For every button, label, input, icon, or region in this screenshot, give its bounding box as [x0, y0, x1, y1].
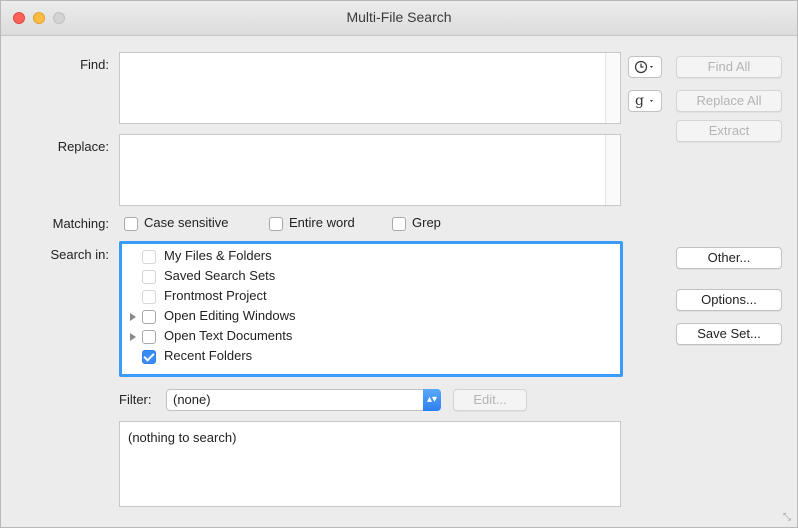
find-scrollbar[interactable]: [605, 53, 620, 123]
multi-file-search-window: Multi-File Search Find: Replace: Matchin…: [0, 0, 798, 528]
checkbox-icon[interactable]: [142, 249, 156, 264]
list-item-my-files-folders[interactable]: My Files & Folders: [130, 247, 272, 265]
list-item-open-editing-windows[interactable]: Open Editing Windows: [130, 307, 296, 325]
grep-checkbox[interactable]: Grep: [392, 215, 441, 231]
list-item-label: Open Text Documents: [164, 328, 293, 343]
list-item-label: Frontmost Project: [164, 288, 267, 303]
entire-word-label: Entire word: [289, 215, 355, 230]
history-menu-button[interactable]: [628, 56, 662, 78]
checkbox-icon: [269, 216, 283, 231]
replace-scrollbar[interactable]: [605, 135, 620, 205]
checkbox-icon[interactable]: [142, 309, 156, 324]
window-title: Multi-File Search: [346, 9, 452, 25]
results-text: (nothing to search): [128, 430, 237, 445]
save-set-button[interactable]: Save Set...: [676, 323, 782, 345]
filter-edit-button[interactable]: Edit...: [453, 389, 527, 411]
options-button[interactable]: Options...: [676, 289, 782, 311]
extract-button[interactable]: Extract: [676, 120, 782, 142]
chevron-updown-icon: ▴▾: [423, 389, 441, 411]
filter-label: Filter:: [119, 392, 152, 407]
grep-patterns-menu-button[interactable]: g: [628, 90, 662, 112]
find-all-button[interactable]: Find All: [676, 56, 782, 78]
case-sensitive-checkbox[interactable]: Case sensitive: [124, 215, 229, 231]
matching-label: Matching:: [52, 216, 109, 231]
replace-all-button[interactable]: Replace All: [676, 90, 782, 112]
filter-selected-value: (none): [173, 392, 211, 407]
grep-label: Grep: [412, 215, 441, 230]
find-field[interactable]: [119, 52, 621, 124]
list-item-label: Open Editing Windows: [164, 308, 296, 323]
checkbox-icon: [124, 216, 138, 231]
checkbox-icon[interactable]: [142, 289, 156, 304]
resize-grip-icon[interactable]: ⤡: [783, 513, 793, 523]
titlebar: Multi-File Search: [1, 1, 797, 36]
list-item-open-text-documents[interactable]: Open Text Documents: [130, 327, 292, 345]
search-target-results: (nothing to search): [119, 421, 621, 507]
list-item-frontmost-project[interactable]: Frontmost Project: [130, 287, 267, 305]
list-item-label: Saved Search Sets: [164, 268, 276, 283]
replace-field[interactable]: [119, 134, 621, 206]
search-in-list[interactable]: My Files & Folders Saved Search Sets Fro…: [119, 241, 623, 377]
disclosure-triangle-icon[interactable]: [130, 312, 136, 321]
other-button[interactable]: Other...: [676, 247, 782, 269]
list-item-recent-folders[interactable]: Recent Folders: [130, 347, 252, 365]
clock-icon: [634, 60, 653, 74]
list-item-label: Recent Folders: [164, 348, 253, 363]
filter-select[interactable]: (none) ▴▾: [166, 389, 441, 411]
search-in-label: Search in:: [50, 247, 109, 262]
checkbox-icon[interactable]: [142, 269, 156, 284]
case-sensitive-label: Case sensitive: [144, 215, 229, 230]
checkbox-icon: [392, 216, 406, 231]
g-icon: g: [635, 93, 653, 109]
list-item-saved-search-sets[interactable]: Saved Search Sets: [130, 267, 275, 285]
disclosure-triangle-icon[interactable]: [130, 332, 136, 341]
entire-word-checkbox[interactable]: Entire word: [269, 215, 355, 231]
list-item-label: My Files & Folders: [164, 248, 272, 263]
find-label: Find:: [80, 57, 109, 72]
checkbox-icon[interactable]: [142, 329, 156, 344]
checked-checkbox-icon[interactable]: [142, 349, 156, 364]
svg-text:g: g: [635, 93, 644, 109]
replace-label: Replace:: [57, 139, 109, 154]
